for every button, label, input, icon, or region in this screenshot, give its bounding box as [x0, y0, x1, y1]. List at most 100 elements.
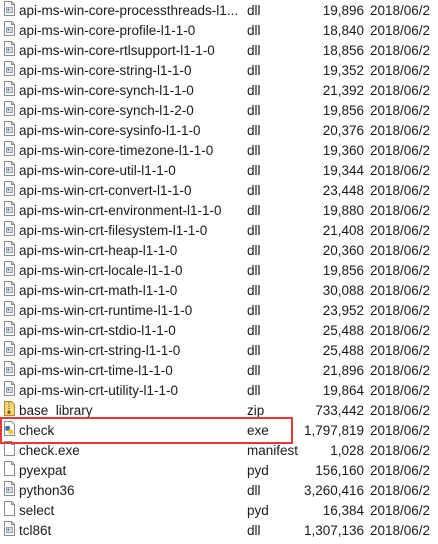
file-name: api-ms-win-core-synch-l1-1-0: [19, 83, 194, 98]
dll-file-icon: [4, 241, 15, 256]
file-row[interactable]: check exe 1,797,819 2018/06/2: [0, 421, 438, 441]
file-size: 21,896: [322, 363, 364, 378]
file-row[interactable]: api-ms-win-crt-math-l1-1-0 dll 30,088 2018/…: [0, 281, 438, 301]
file-row[interactable]: api-ms-win-crt-filesystem-l1-1-0 dll 21,40…: [0, 221, 438, 241]
file-date: 2018/06/2: [370, 403, 431, 418]
file-date: 2018/06/2: [370, 183, 431, 198]
dll-file-icon: [4, 121, 15, 136]
dll-file-icon: [4, 221, 15, 236]
file-row[interactable]: base_library zip 733,442 2018/06/2: [0, 401, 438, 421]
document-file-icon: [4, 441, 15, 456]
file-size: 19,856: [322, 103, 364, 118]
file-row[interactable]: api-ms-win-crt-utility-l1-1-0 dll 19,864 20…: [0, 381, 438, 401]
file-date: 2018/06/2: [370, 363, 431, 378]
file-name: check.exe: [19, 443, 80, 458]
zip-archive-icon: [4, 401, 15, 416]
dll-file-icon: [4, 161, 15, 176]
file-name: api-ms-win-core-util-l1-1-0: [19, 163, 176, 178]
file-size: 18,840: [322, 23, 364, 38]
file-row[interactable]: api-ms-win-core-synch-l1-2-0 dll 19,856 201…: [0, 101, 438, 121]
dll-file-icon: [4, 281, 15, 296]
file-type: pyd: [247, 463, 269, 478]
file-type: dll: [247, 303, 261, 318]
file-type: dll: [247, 143, 261, 158]
file-name: python36: [19, 483, 75, 498]
file-type: exe: [247, 423, 269, 438]
dll-file-icon: [4, 81, 15, 96]
file-name: api-ms-win-crt-locale-l1-1-0: [19, 263, 183, 278]
file-type: dll: [247, 343, 261, 358]
file-row[interactable]: select pyd 16,384 2018/06/2: [0, 501, 438, 521]
file-type: dll: [247, 83, 261, 98]
file-row[interactable]: api-ms-win-crt-environment-l1-1-0 dll 19,8…: [0, 201, 438, 221]
file-name: api-ms-win-crt-math-l1-1-0: [19, 283, 178, 298]
file-date: 2018/06/2: [370, 503, 431, 518]
file-type: dll: [247, 3, 261, 18]
document-file-icon: [4, 461, 15, 476]
file-date: 2018/06/2: [370, 123, 431, 138]
file-name: api-ms-win-crt-time-l1-1-0: [19, 363, 173, 378]
file-name: api-ms-win-crt-runtime-l1-1-0: [19, 303, 193, 318]
file-row[interactable]: api-ms-win-core-synch-l1-1-0 dll 21,392 201…: [0, 81, 438, 101]
file-name: api-ms-win-core-processthreads-l1...: [19, 3, 239, 18]
file-name: select: [19, 503, 55, 518]
file-size: 23,448: [322, 183, 364, 198]
file-row[interactable]: api-ms-win-crt-time-l1-1-0 dll 21,896 2018/…: [0, 361, 438, 381]
file-date: 2018/06/2: [370, 483, 431, 498]
file-name: api-ms-win-core-profile-l1-1-0: [19, 23, 196, 38]
file-size: 20,360: [322, 243, 364, 258]
file-date: 2018/06/2: [370, 3, 431, 18]
file-row[interactable]: api-ms-win-core-util-l1-1-0 dll 19,344 2018…: [0, 161, 438, 181]
file-date: 2018/06/2: [370, 163, 431, 178]
file-size: 733,442: [315, 403, 364, 418]
file-type: dll: [247, 483, 261, 498]
file-row[interactable]: api-ms-win-crt-runtime-l1-1-0 dll 23,952 20…: [0, 301, 438, 321]
file-date: 2018/06/2: [370, 383, 431, 398]
file-row[interactable]: api-ms-win-crt-locale-l1-1-0 dll 19,856 201…: [0, 261, 438, 281]
file-type: dll: [247, 363, 261, 378]
dll-file-icon: [4, 381, 15, 396]
file-row[interactable]: api-ms-win-core-profile-l1-1-0 dll 18,840 2…: [0, 21, 438, 41]
file-row[interactable]: api-ms-win-crt-string-l1-1-0 dll 25,488 201…: [0, 341, 438, 361]
file-date: 2018/06/2: [370, 343, 431, 358]
file-type: dll: [247, 243, 261, 258]
file-name: api-ms-win-crt-string-l1-1-0: [19, 343, 181, 358]
file-date: 2018/06/2: [370, 63, 431, 78]
file-type: pyd: [247, 503, 269, 518]
file-row[interactable]: api-ms-win-core-sysinfo-l1-1-0 dll 20,376 2…: [0, 121, 438, 141]
file-date: 2018/06/2: [370, 283, 431, 298]
file-list: api-ms-win-core-processthreads-l1... dll 1…: [0, 0, 438, 544]
file-type: dll: [247, 203, 261, 218]
file-row[interactable]: api-ms-win-crt-stdio-l1-1-0 dll 25,488 2018…: [0, 321, 438, 341]
file-row[interactable]: pyexpat pyd 156,160 2018/06/2: [0, 461, 438, 481]
dll-file-icon: [4, 141, 15, 156]
file-row[interactable]: api-ms-win-crt-convert-l1-1-0 dll 23,448 20…: [0, 181, 438, 201]
file-type: manifest: [247, 443, 299, 458]
file-type: dll: [247, 123, 261, 138]
file-row[interactable]: api-ms-win-crt-heap-l1-1-0 dll 20,360 2018/…: [0, 241, 438, 261]
dll-file-icon: [4, 61, 15, 76]
file-size: 3,260,416: [303, 483, 364, 498]
file-row[interactable]: api-ms-win-core-string-l1-1-0 dll 19,352 20…: [0, 61, 438, 81]
file-size: 1,307,136: [303, 523, 364, 538]
file-type: zip: [247, 403, 265, 418]
file-type: dll: [247, 223, 261, 238]
file-row[interactable]: tcl86t dll 1,307,136 2018/06/2: [0, 521, 438, 541]
file-name: api-ms-win-crt-convert-l1-1-0: [19, 183, 192, 198]
python-exe-icon: [4, 421, 15, 436]
file-type: dll: [247, 183, 261, 198]
file-row[interactable]: python36 dll 3,260,416 2018/06/2: [0, 481, 438, 501]
file-name: api-ms-win-core-rtlsupport-l1-1-0: [19, 43, 215, 58]
file-date: 2018/06/2: [370, 83, 431, 98]
file-row[interactable]: api-ms-win-core-rtlsupport-l1-1-0 dll 18,8…: [0, 41, 438, 61]
file-type: dll: [247, 263, 261, 278]
file-name: api-ms-win-core-timezone-l1-1-0: [19, 143, 214, 158]
file-name: api-ms-win-crt-heap-l1-1-0: [19, 243, 178, 258]
file-row[interactable]: check.exe manifest 1,028 2018/06/2: [0, 441, 438, 461]
file-size: 19,352: [322, 63, 364, 78]
file-row[interactable]: api-ms-win-core-processthreads-l1... dll 1…: [0, 1, 438, 21]
file-date: 2018/06/2: [370, 423, 431, 438]
file-row[interactable]: api-ms-win-core-timezone-l1-1-0 dll 19,360…: [0, 141, 438, 161]
file-date: 2018/06/2: [370, 203, 431, 218]
file-date: 2018/06/2: [370, 443, 431, 458]
